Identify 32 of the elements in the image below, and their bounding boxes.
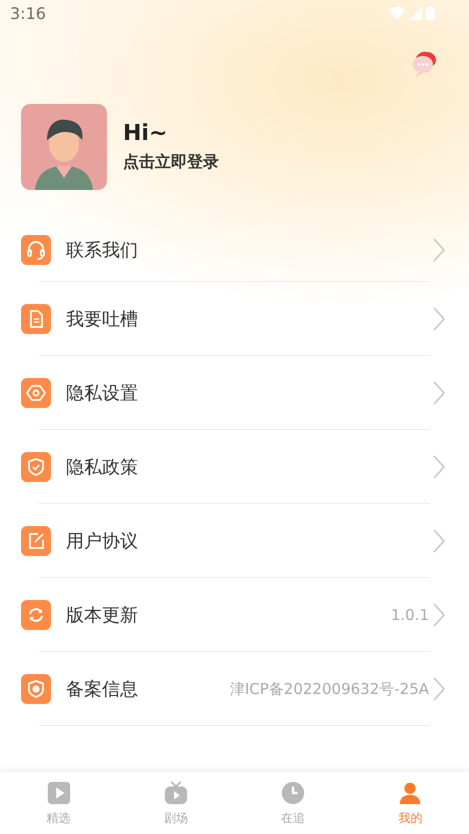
menu-item[interactable]: 用户协议 <box>66 529 433 553</box>
status-time: 3:16 <box>10 4 46 22</box>
chevron-right-icon <box>433 238 445 262</box>
menu-item[interactable]: 版本更新 <box>66 603 391 627</box>
menu-item[interactable]: 隐私设置 <box>66 381 433 405</box>
menu-item[interactable]: 隐私政策 <box>66 455 433 479</box>
headset-icon <box>21 235 51 265</box>
chevron-right-icon <box>433 603 445 627</box>
avatar[interactable] <box>21 104 107 190</box>
menu-item[interactable]: 联系我们 <box>66 238 433 262</box>
clock-icon <box>280 780 306 806</box>
chevron-right-icon <box>433 455 445 479</box>
greeting: Hi~ <box>123 121 168 146</box>
chevron-right-icon <box>433 381 445 405</box>
shield-icon <box>21 452 51 482</box>
badge-shield-icon <box>21 674 51 704</box>
menu-value: 1.0.1 <box>390 606 429 624</box>
login-link[interactable]: 点击立即登录 <box>123 152 219 173</box>
battery-icon <box>426 6 435 20</box>
menu-item[interactable]: 备案信息 <box>66 677 230 701</box>
signal-icon <box>409 6 422 20</box>
tv-icon <box>162 780 189 806</box>
chevron-right-icon <box>433 307 445 331</box>
document-icon <box>21 304 51 334</box>
menu-value: 津ICP备2022009632号-25A <box>230 680 429 698</box>
chevron-right-icon <box>433 677 445 701</box>
refresh-icon <box>21 600 51 630</box>
wifi-icon <box>389 6 405 20</box>
edit-icon <box>21 526 51 556</box>
play-icon <box>46 780 72 806</box>
chevron-right-icon <box>433 529 445 553</box>
menu-item[interactable]: 我要吐槽 <box>66 307 433 331</box>
